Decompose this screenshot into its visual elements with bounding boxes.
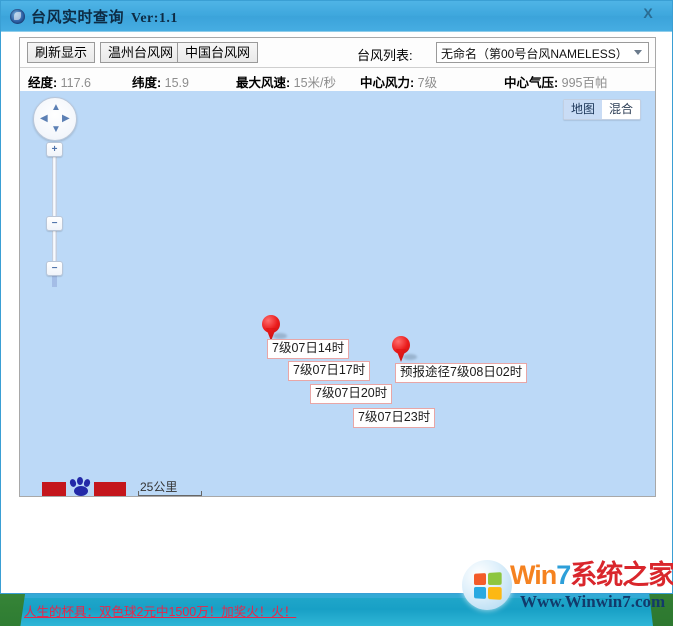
main-panel: 刷新显示 温州台风网 中国台风网 台风列表: 无命名（第00号台风NAMELES… — [19, 37, 656, 497]
longitude-info: 经度: 117.6 — [28, 72, 91, 91]
map-type-normal-button[interactable]: 地图 — [563, 100, 602, 119]
zoom-out-button[interactable]: − — [46, 261, 63, 276]
track-label[interactable]: 7级07日14时 — [267, 339, 350, 359]
map-type-hybrid-button[interactable]: 混合 — [601, 100, 640, 119]
typhoon-icon — [10, 9, 25, 24]
forecast-track-label[interactable]: 预报途径7级08日02时 — [395, 363, 528, 383]
center-pressure-info: 中心气压: 995百帕 — [504, 72, 608, 91]
toolbar: 刷新显示 温州台风网 中国台风网 台风列表: 无命名（第00号台风NAMELES… — [20, 38, 655, 68]
center-wind-force-label: 中心风力: — [360, 76, 415, 90]
max-wind-speed-value: 15米/秒 — [293, 76, 337, 90]
app-version-text: Ver:1.1 — [131, 11, 178, 26]
page-title: 台风实时查询 Ver:1.1 — [31, 6, 178, 27]
center-pressure-label: 中心气压: — [504, 76, 559, 90]
max-wind-speed-label: 最大风速: — [236, 76, 291, 90]
zoom-in-button[interactable]: + — [46, 142, 63, 157]
ad-bar: 人生的杯具：双色球2元中1500万！加奖火！火！ — [0, 594, 673, 626]
latitude-label: 纬度: — [132, 76, 162, 90]
longitude-value: 117.6 — [60, 76, 92, 90]
latitude-value: 15.9 — [164, 76, 189, 90]
map-type-switch[interactable]: 地图 混合 — [562, 99, 641, 120]
typhoon-info-bar: 经度: 117.6 纬度: 15.9 最大风速: 15米/秒 中心风力: 7级 … — [20, 68, 655, 92]
center-wind-force-info: 中心风力: 7级 — [360, 72, 437, 91]
pan-right-icon[interactable]: ▶ — [62, 114, 70, 124]
map-pin-icon — [392, 336, 410, 354]
baidu-logo-right — [94, 482, 126, 496]
map-viewport[interactable]: ▲ ▼ ◀ ▶ + − − 地图 混合 7级07日14时 7级07日17时 7级… — [20, 91, 655, 496]
typhoon-list-label: 台风列表: — [357, 48, 413, 63]
pan-left-icon[interactable]: ◀ — [40, 114, 48, 124]
max-wind-speed-info: 最大风速: 15米/秒 — [236, 72, 336, 91]
refresh-display-button[interactable]: 刷新显示 — [27, 42, 96, 63]
chevron-down-icon — [634, 50, 642, 55]
marker-shadow — [403, 354, 417, 360]
longitude-label: 经度: — [28, 76, 58, 90]
desktop: 台风实时查询 Ver:1.1 X 刷新显示 温州台风网 中国台风网 台风列表: 无… — [0, 0, 673, 626]
center-wind-force-value: 7级 — [417, 76, 438, 90]
forecast-position-marker[interactable] — [392, 336, 417, 362]
track-label[interactable]: 7级07日23时 — [353, 408, 436, 428]
map-scale-text: 25公里 — [140, 480, 178, 494]
typhoon-app-window: 台风实时查询 Ver:1.1 X 刷新显示 温州台风网 中国台风网 台风列表: 无… — [0, 0, 673, 594]
map-pin-icon — [262, 315, 280, 333]
pan-down-icon[interactable]: ▼ — [51, 125, 61, 135]
title-bar: 台风实时查询 Ver:1.1 X — [1, 1, 672, 32]
track-label[interactable]: 7级07日17时 — [288, 361, 371, 381]
current-position-marker[interactable] — [262, 315, 287, 341]
zoom-slider-handle[interactable]: − — [46, 216, 63, 231]
pan-up-icon[interactable]: ▲ — [51, 103, 61, 113]
baidu-paw-icon — [68, 477, 94, 496]
baidu-logo-left — [42, 482, 66, 496]
typhoon-list-selected-value: 无命名（第00号台风NAMELESS） — [441, 47, 628, 61]
china-typhoon-site-button[interactable]: 中国台风网 — [177, 42, 259, 63]
zoom-slider-track[interactable] — [52, 154, 57, 269]
baidu-map-logo — [42, 477, 128, 496]
map-pan-control[interactable]: ▲ ▼ ◀ ▶ — [33, 97, 77, 141]
app-title-text: 台风实时查询 — [31, 9, 125, 26]
track-label[interactable]: 7级07日20时 — [310, 384, 393, 404]
close-icon[interactable]: X — [634, 3, 662, 23]
center-pressure-value: 995百帕 — [561, 76, 608, 90]
wenzhou-typhoon-site-button[interactable]: 温州台风网 — [100, 42, 182, 63]
lottery-ad-link[interactable]: 人生的杯具：双色球2元中1500万！加奖火！火！ — [24, 601, 296, 620]
typhoon-list-select[interactable]: 无命名（第00号台风NAMELESS） — [436, 42, 649, 63]
latitude-info: 纬度: 15.9 — [132, 72, 189, 91]
